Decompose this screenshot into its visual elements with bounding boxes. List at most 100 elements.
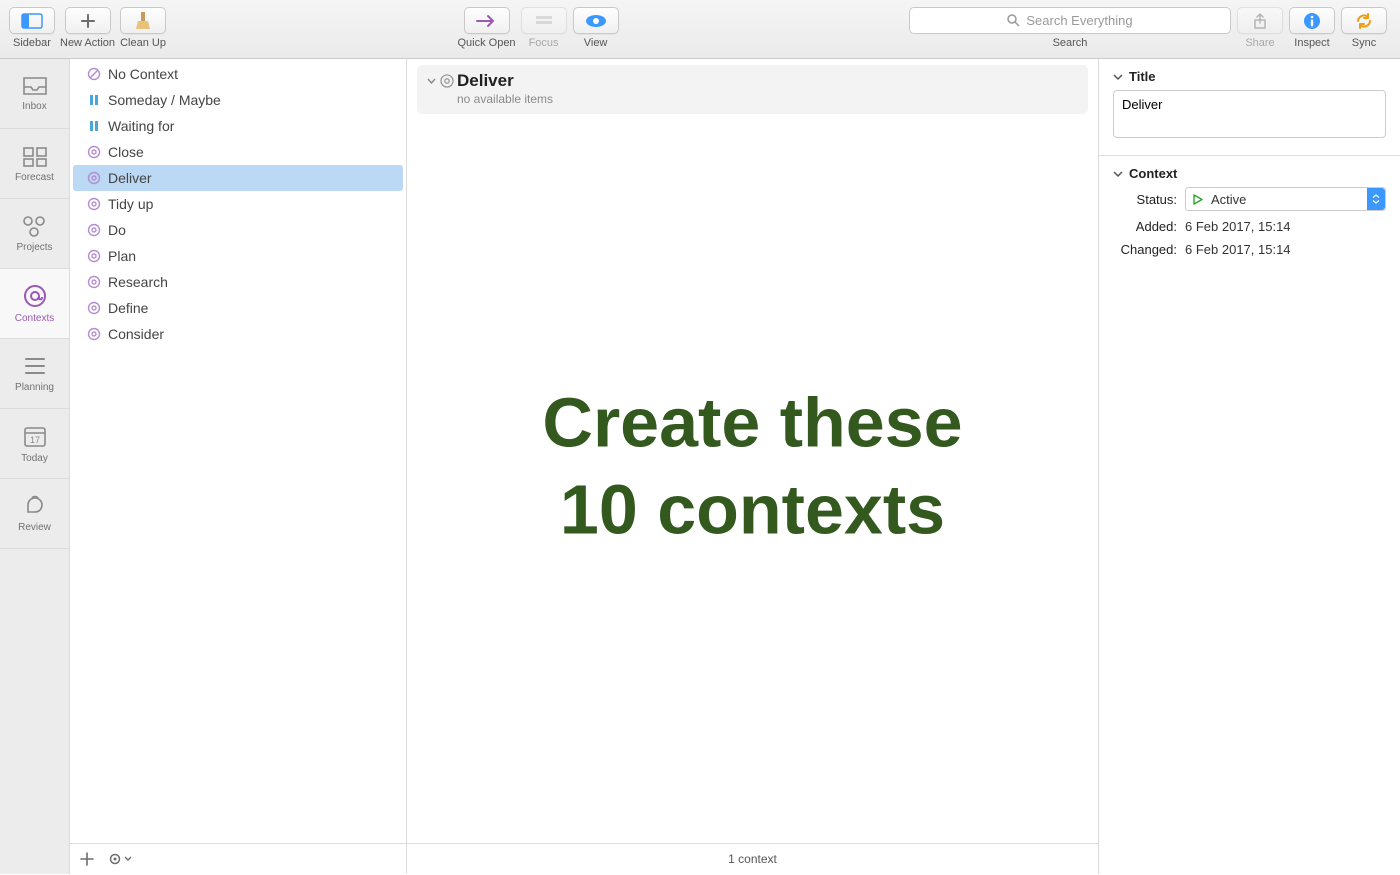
- view-button-label: View: [584, 37, 608, 49]
- rail-today-label: Today: [21, 453, 48, 464]
- rail-review-label: Review: [18, 522, 51, 533]
- search-placeholder: Search Everything: [1026, 13, 1132, 28]
- sidebar-button[interactable]: [9, 7, 55, 34]
- projects-icon: [22, 215, 48, 237]
- chevron-down-icon: [1113, 169, 1123, 179]
- focus-button-label: Focus: [529, 37, 559, 49]
- forecast-icon: [23, 145, 47, 167]
- rail-review[interactable]: Review: [0, 479, 69, 549]
- clean-up-button-label: Clean Up: [120, 37, 166, 49]
- changed-label: Changed:: [1113, 242, 1177, 257]
- context-type-icon: [87, 301, 101, 315]
- context-row[interactable]: Close: [73, 139, 403, 165]
- main-area: Inbox Forecast Projects Contexts Plannin…: [0, 59, 1400, 874]
- context-row-label: Close: [108, 144, 144, 160]
- content-header-disclosure[interactable]: [427, 74, 454, 88]
- search-label: Search: [1053, 37, 1088, 49]
- tb-group-search: Search Everything Search: [910, 7, 1230, 49]
- inspector-title-header[interactable]: Title: [1113, 69, 1386, 84]
- tb-group-share: Share: [1236, 7, 1284, 49]
- context-row[interactable]: Research: [73, 269, 403, 295]
- rail-inbox[interactable]: Inbox: [0, 59, 69, 129]
- inspector-status-row: Status: Active: [1113, 187, 1386, 211]
- share-icon: [1253, 12, 1267, 30]
- inspector-title-field[interactable]: [1113, 90, 1386, 138]
- context-row[interactable]: Someday / Maybe: [73, 87, 403, 113]
- eye-icon: [585, 14, 607, 28]
- focus-button[interactable]: [521, 7, 567, 34]
- context-row[interactable]: Waiting for: [73, 113, 403, 139]
- context-list-column: No Context Someday / MaybeWaiting for Clos…: [70, 59, 407, 874]
- share-button-label: Share: [1245, 37, 1274, 49]
- at-icon: [21, 284, 49, 308]
- context-row-label: No Context: [108, 66, 178, 82]
- context-row-label: Do: [108, 222, 126, 238]
- rail-today[interactable]: 17 Today: [0, 409, 69, 479]
- context-row[interactable]: No Context: [73, 61, 403, 87]
- clean-up-button[interactable]: [120, 7, 166, 34]
- inspect-button[interactable]: [1289, 7, 1335, 34]
- inspector-context-section: Context Status: Active Added: 6 Feb 2017…: [1113, 166, 1386, 257]
- context-gear-button[interactable]: [108, 852, 132, 866]
- sync-button[interactable]: [1341, 7, 1387, 34]
- gear-icon: [108, 852, 122, 866]
- inspector-pane: Title Context Status: Active: [1099, 59, 1400, 874]
- context-row-label: Plan: [108, 248, 136, 264]
- add-context-button[interactable]: [80, 852, 94, 866]
- tb-group-view: View: [572, 7, 620, 49]
- context-type-icon: [87, 145, 101, 159]
- search-icon: [1007, 14, 1020, 27]
- center-pane: Deliver no available items Create these …: [407, 59, 1099, 874]
- broom-icon: [135, 11, 151, 31]
- context-row-label: Define: [108, 300, 148, 316]
- perspective-rail: Inbox Forecast Projects Contexts Plannin…: [0, 59, 70, 874]
- info-icon: [1303, 12, 1321, 30]
- quick-open-button-label: Quick Open: [457, 37, 515, 49]
- context-type-icon: [87, 223, 101, 237]
- tb-group-focus: Focus: [520, 7, 568, 49]
- rail-forecast[interactable]: Forecast: [0, 129, 69, 199]
- quick-open-button[interactable]: [464, 7, 510, 34]
- context-type-icon: [87, 197, 101, 211]
- tb-group-inspect: Inspect: [1288, 7, 1336, 49]
- sidebar-button-label: Sidebar: [13, 37, 51, 49]
- context-list: No Context Someday / MaybeWaiting for Clos…: [70, 59, 406, 874]
- calendar-icon: 17: [23, 424, 47, 448]
- sync-icon: [1355, 12, 1373, 30]
- status-select[interactable]: Active: [1185, 187, 1386, 211]
- context-row[interactable]: Deliver: [73, 165, 403, 191]
- context-row[interactable]: Tidy up: [73, 191, 403, 217]
- tb-group-sidebar: Sidebar: [8, 7, 56, 49]
- context-row[interactable]: Plan: [73, 243, 403, 269]
- context-type-icon: [87, 67, 101, 81]
- new-action-button[interactable]: [65, 7, 111, 34]
- rail-planning[interactable]: Planning: [0, 339, 69, 409]
- context-row-label: Tidy up: [108, 196, 153, 212]
- inspector-title-section: Title: [1113, 69, 1386, 141]
- context-row[interactable]: Define: [73, 295, 403, 321]
- search-input[interactable]: Search Everything: [909, 7, 1231, 34]
- inbox-icon: [22, 76, 48, 96]
- chevron-down-icon: [1113, 72, 1123, 82]
- new-action-button-label: New Action: [60, 37, 115, 49]
- inspector-context-label: Context: [1129, 166, 1177, 181]
- inspector-context-header[interactable]: Context: [1113, 166, 1386, 181]
- annotation-line-2: 10 contexts: [542, 467, 962, 555]
- status-label: Status:: [1113, 192, 1177, 207]
- context-row[interactable]: Consider: [73, 321, 403, 347]
- toolbar: Sidebar New Action Clean Up Quick Open F…: [0, 0, 1400, 59]
- rail-projects[interactable]: Projects: [0, 199, 69, 269]
- share-button[interactable]: [1237, 7, 1283, 34]
- context-row-label: Research: [108, 274, 168, 290]
- sync-button-label: Sync: [1352, 37, 1376, 49]
- content-title: Deliver: [457, 71, 1078, 91]
- context-list-footer: [70, 843, 406, 874]
- content-subtitle: no available items: [457, 92, 1078, 106]
- content-header[interactable]: Deliver no available items: [417, 65, 1088, 114]
- context-type-icon: [87, 327, 101, 341]
- view-button[interactable]: [573, 7, 619, 34]
- context-row[interactable]: Do: [73, 217, 403, 243]
- rail-contexts[interactable]: Contexts: [0, 269, 69, 339]
- context-type-icon: [87, 171, 101, 185]
- status-value: Active: [1211, 192, 1246, 207]
